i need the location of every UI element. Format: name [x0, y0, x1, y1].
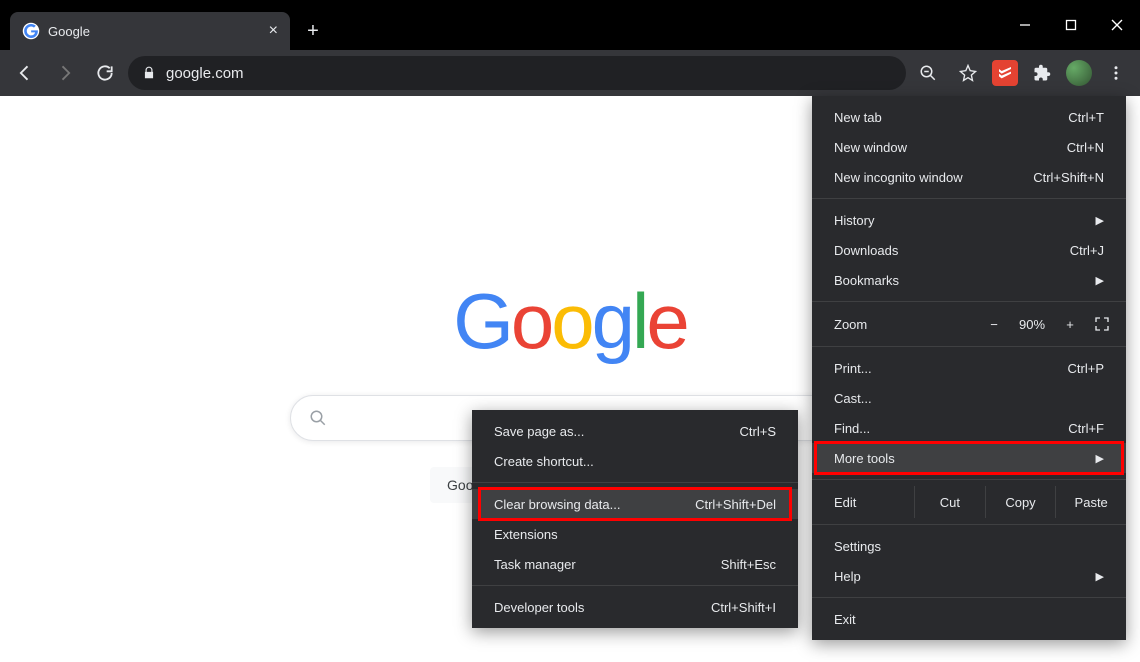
window-controls	[1002, 0, 1140, 50]
menu-developer-tools[interactable]: Developer tools Ctrl+Shift+I	[472, 592, 798, 622]
menu-cast[interactable]: Cast...	[812, 383, 1126, 413]
menu-new-tab[interactable]: New tab Ctrl+T	[812, 102, 1126, 132]
google-logo: G o o g l e	[453, 276, 687, 367]
menu-separator	[472, 482, 798, 483]
menu-clear-browsing-data[interactable]: Clear browsing data... Ctrl+Shift+Del	[472, 489, 798, 519]
back-button[interactable]	[8, 56, 42, 90]
menu-edit-row: Edit Cut Copy Paste	[812, 486, 1126, 518]
zoom-in-button[interactable]: +	[1054, 317, 1086, 332]
menu-extensions[interactable]: Extensions	[472, 519, 798, 549]
menu-separator	[472, 585, 798, 586]
tab-close-icon[interactable]: ×	[269, 22, 278, 40]
menu-help[interactable]: Help ▶	[812, 561, 1126, 591]
url-text: google.com	[166, 65, 244, 82]
zoom-out-button[interactable]: −	[978, 317, 1010, 332]
menu-more-tools[interactable]: More tools ▶	[812, 443, 1126, 473]
menu-separator	[812, 524, 1126, 525]
reload-button[interactable]	[88, 56, 122, 90]
edit-copy-button[interactable]: Copy	[985, 486, 1056, 518]
edit-paste-button[interactable]: Paste	[1055, 486, 1126, 518]
menu-save-page-as[interactable]: Save page as... Ctrl+S	[472, 416, 798, 446]
menu-separator	[812, 479, 1126, 480]
todoist-extension-icon[interactable]	[992, 60, 1018, 86]
menu-history[interactable]: History ▶	[812, 205, 1126, 235]
menu-task-manager[interactable]: Task manager Shift+Esc	[472, 549, 798, 579]
address-bar[interactable]: google.com	[128, 56, 906, 90]
search-icon	[309, 409, 327, 427]
browser-tab[interactable]: Google ×	[10, 12, 290, 50]
google-favicon	[22, 22, 40, 40]
lock-icon	[142, 66, 156, 80]
tab-title: Google	[48, 24, 90, 39]
edit-cut-button[interactable]: Cut	[914, 486, 985, 518]
extensions-puzzle-icon[interactable]	[1026, 57, 1058, 89]
chevron-right-icon: ▶	[1096, 452, 1104, 465]
menu-separator	[812, 346, 1126, 347]
menu-separator	[812, 301, 1126, 302]
menu-downloads[interactable]: Downloads Ctrl+J	[812, 235, 1126, 265]
menu-new-window[interactable]: New window Ctrl+N	[812, 132, 1126, 162]
forward-button[interactable]	[48, 56, 82, 90]
chevron-right-icon: ▶	[1096, 570, 1104, 583]
menu-create-shortcut[interactable]: Create shortcut...	[472, 446, 798, 476]
profile-avatar[interactable]	[1066, 60, 1092, 86]
menu-print[interactable]: Print... Ctrl+P	[812, 353, 1126, 383]
menu-exit[interactable]: Exit	[812, 604, 1126, 634]
title-bar: Google × +	[0, 0, 1140, 50]
maximize-button[interactable]	[1048, 0, 1094, 50]
more-tools-submenu: Save page as... Ctrl+S Create shortcut..…	[472, 410, 798, 628]
menu-separator	[812, 597, 1126, 598]
minimize-button[interactable]	[1002, 0, 1048, 50]
new-tab-button[interactable]: +	[298, 16, 328, 46]
close-window-button[interactable]	[1094, 0, 1140, 50]
menu-dots-icon[interactable]	[1100, 57, 1132, 89]
browser-toolbar: google.com	[0, 50, 1140, 96]
menu-find[interactable]: Find... Ctrl+F	[812, 413, 1126, 443]
fullscreen-icon[interactable]	[1094, 316, 1110, 332]
menu-bookmarks[interactable]: Bookmarks ▶	[812, 265, 1126, 295]
chrome-main-menu: New tab Ctrl+T New window Ctrl+N New inc…	[812, 96, 1126, 640]
chevron-right-icon: ▶	[1096, 214, 1104, 227]
bookmark-star-icon[interactable]	[952, 57, 984, 89]
chevron-right-icon: ▶	[1096, 274, 1104, 287]
menu-new-incognito[interactable]: New incognito window Ctrl+Shift+N	[812, 162, 1126, 192]
menu-zoom-row: Zoom − 90% +	[812, 308, 1126, 340]
menu-separator	[812, 198, 1126, 199]
zoom-indicator-icon[interactable]	[912, 57, 944, 89]
zoom-value: 90%	[1010, 317, 1054, 332]
menu-settings[interactable]: Settings	[812, 531, 1126, 561]
